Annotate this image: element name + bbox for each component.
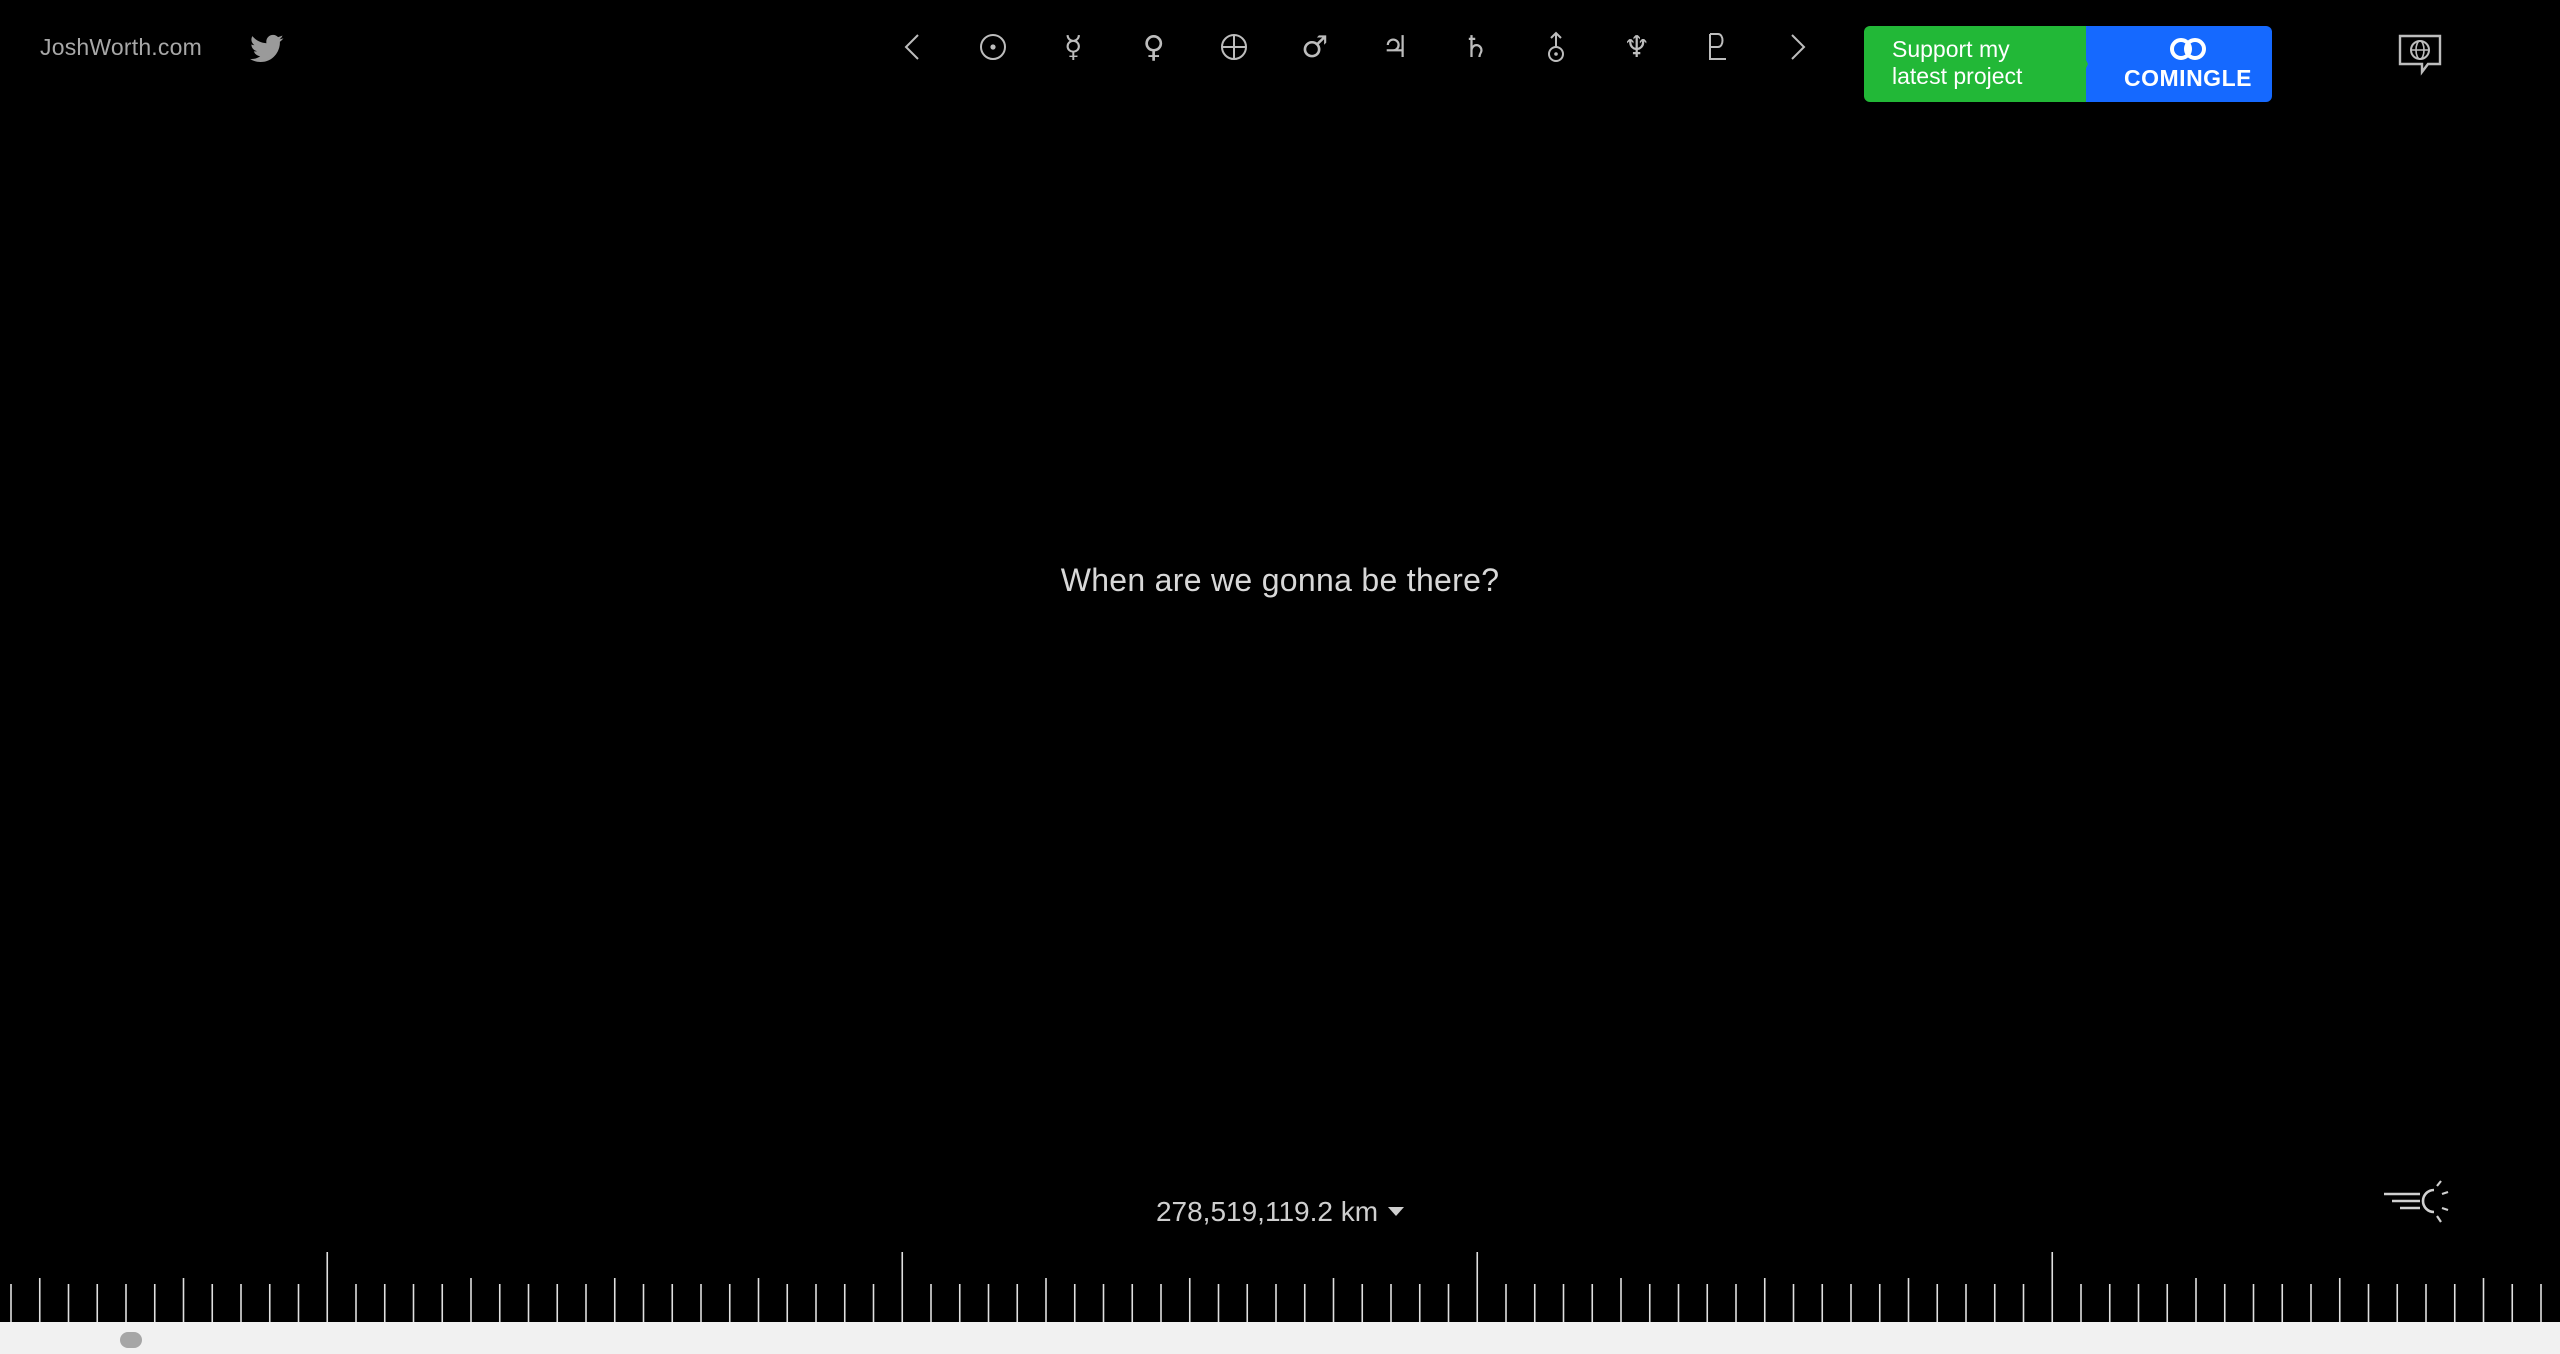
support-line-2: latest project — [1892, 63, 2023, 89]
nav-pluto-button[interactable] — [1677, 22, 1758, 72]
pluto-icon — [1709, 33, 1727, 60]
support-project-banner[interactable]: Support my latest project COMINGLE — [1864, 26, 2272, 102]
nav-mercury-button[interactable]: ☿ — [1033, 22, 1114, 72]
support-arrow-shape — [2070, 26, 2088, 102]
earth-icon — [1221, 34, 1248, 60]
page: JoshWorth.com ☿ ♀ ♂ ♃ ♄ ♆ Support my lat… — [0, 0, 2560, 1354]
chevron-left-icon — [904, 34, 919, 60]
nav-earth-button[interactable] — [1194, 22, 1275, 72]
main-message: When are we gonna be there? — [1060, 562, 1500, 598]
distance-readout: 278,519,119.2 km — [1155, 1196, 1379, 1227]
nav-mars-button[interactable]: ♂ — [1275, 22, 1356, 72]
site-name-link[interactable]: JoshWorth.com — [40, 34, 202, 61]
twitter-bird-icon[interactable] — [250, 34, 284, 64]
planet-nav: ☿ ♀ ♂ ♃ ♄ ♆ — [872, 22, 1838, 72]
nav-neptune-button[interactable]: ♆ — [1597, 22, 1678, 72]
caret-down-icon — [1388, 1207, 1405, 1217]
mars-icon: ♂ — [1301, 29, 1329, 65]
mercury-icon: ☿ — [1064, 29, 1083, 65]
prev-planet-button[interactable] — [872, 22, 953, 72]
scrollbar-thumb[interactable] — [120, 1332, 142, 1348]
next-planet-button[interactable] — [1758, 22, 1839, 72]
distance-unit-selector[interactable]: 278,519,119.2 km — [0, 1196, 2560, 1228]
nav-sun-button[interactable] — [953, 22, 1034, 72]
nav-uranus-button[interactable] — [1516, 22, 1597, 72]
chevron-right-icon — [1791, 34, 1806, 60]
nav-jupiter-button[interactable]: ♃ — [1355, 22, 1436, 72]
comingle-brand-panel: COMINGLE — [2086, 26, 2272, 102]
neptune-icon: ♆ — [1623, 29, 1651, 65]
support-text-panel: Support my latest project — [1864, 26, 2088, 102]
venus-icon: ♀ — [1142, 29, 1165, 65]
language-globe-icon[interactable] — [2398, 34, 2442, 76]
sun-icon — [979, 34, 1006, 60]
jupiter-icon: ♃ — [1381, 29, 1409, 65]
comingle-brand-text: COMINGLE — [2124, 64, 2252, 91]
nav-saturn-button[interactable]: ♄ — [1436, 22, 1517, 72]
support-line-1: Support my — [1892, 36, 2010, 62]
speed-of-light-icon[interactable] — [2382, 1180, 2452, 1224]
saturn-icon: ♄ — [1462, 29, 1490, 65]
distance-ruler — [10, 1252, 2542, 1322]
uranus-icon — [1548, 31, 1565, 62]
nav-venus-button[interactable]: ♀ — [1114, 22, 1195, 72]
comingle-logo-icon — [2170, 37, 2206, 60]
horizontal-scrollbar[interactable] — [0, 1322, 2560, 1354]
